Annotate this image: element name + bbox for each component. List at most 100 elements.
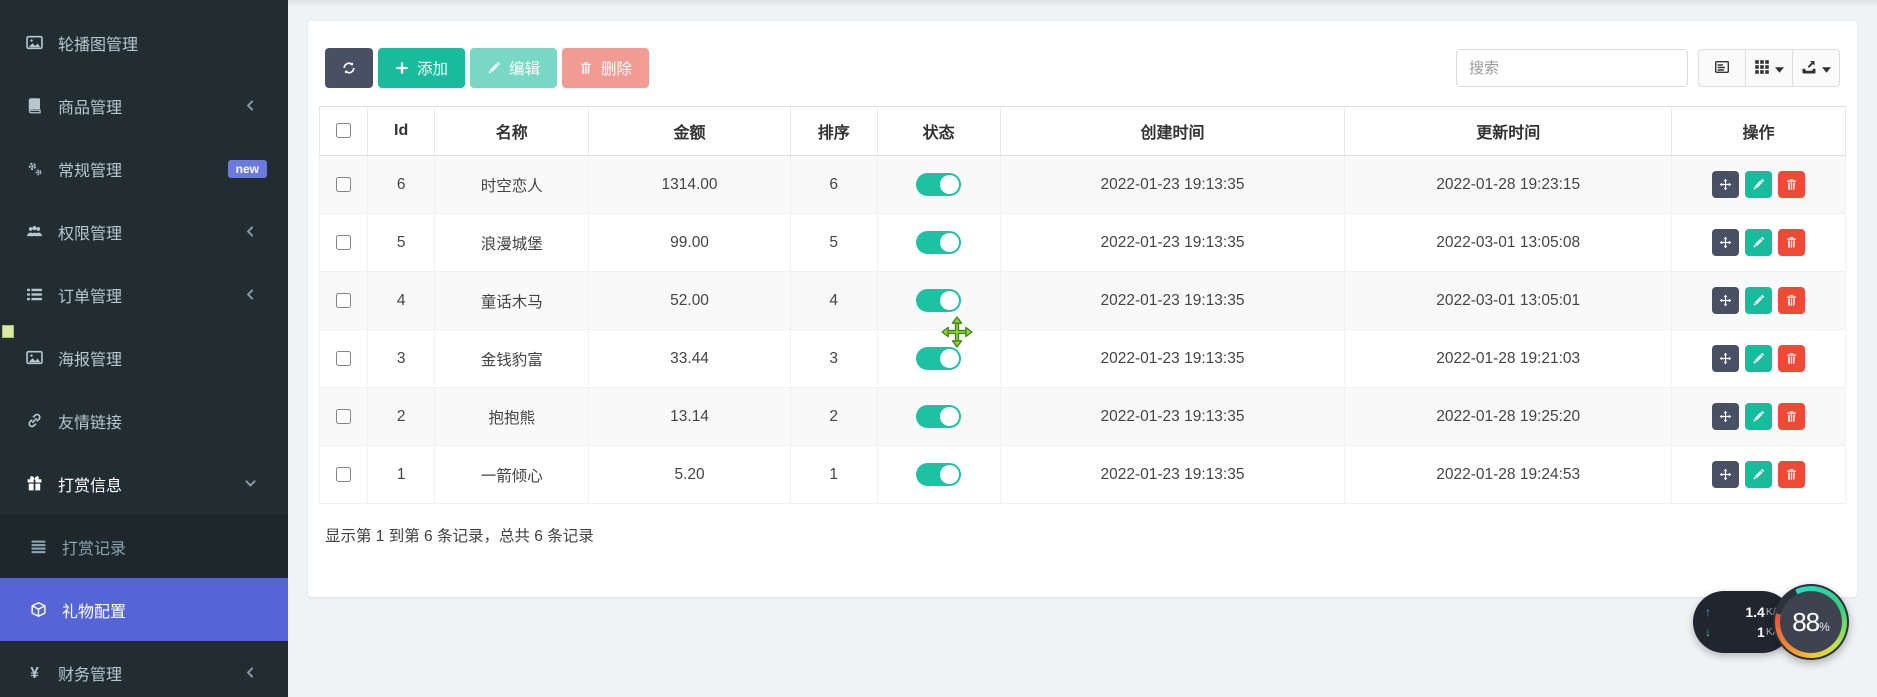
column-header-状态[interactable]: 状态 bbox=[877, 107, 1000, 156]
row-edit-button[interactable] bbox=[1745, 229, 1772, 256]
caret-down-icon bbox=[1822, 61, 1831, 76]
row-delete-button[interactable] bbox=[1778, 171, 1805, 198]
row-delete-button[interactable] bbox=[1778, 461, 1805, 488]
delete-button[interactable]: 删除 bbox=[562, 48, 649, 88]
row-delete-button[interactable] bbox=[1778, 287, 1805, 314]
edit-button[interactable]: 编辑 bbox=[470, 48, 557, 88]
sidebar-item-label: 权限管理 bbox=[58, 220, 122, 244]
status-toggle[interactable] bbox=[916, 405, 961, 428]
export-button[interactable] bbox=[1792, 49, 1840, 87]
row-checkbox[interactable] bbox=[336, 177, 351, 192]
row-edit-button[interactable] bbox=[1745, 171, 1772, 198]
refresh-button[interactable] bbox=[325, 48, 373, 88]
sidebar-item-9[interactable]: 打赏记录 bbox=[0, 515, 288, 578]
upload-value: 1.4 bbox=[1745, 604, 1764, 620]
cell-sort: 5 bbox=[790, 214, 877, 272]
cell-status bbox=[877, 156, 1000, 214]
status-toggle[interactable] bbox=[916, 463, 961, 486]
sidebar-item-7[interactable]: 友情链接 bbox=[0, 389, 288, 452]
row-delete-button[interactable] bbox=[1778, 403, 1805, 430]
row-move-button[interactable] bbox=[1712, 461, 1739, 488]
sidebar-item-6[interactable]: 海报管理 bbox=[0, 326, 288, 389]
sidebar-item-label: 常规管理 bbox=[58, 157, 122, 181]
chevron-left-icon bbox=[243, 99, 257, 113]
sidebar-item-3[interactable]: 常规管理new bbox=[0, 137, 288, 200]
row-edit-button[interactable] bbox=[1745, 287, 1772, 314]
table-row: 3金钱豹富33.4432022-01-23 19:13:352022-01-28… bbox=[320, 330, 1846, 388]
poster-image-icon bbox=[24, 349, 45, 367]
row-edit-button[interactable] bbox=[1745, 461, 1772, 488]
column-header-更新时间[interactable]: 更新时间 bbox=[1345, 107, 1672, 156]
select-all-header-cell bbox=[320, 107, 368, 156]
columns-button[interactable] bbox=[1745, 49, 1793, 87]
download-speed: ↓ 1 K/s bbox=[1705, 624, 1781, 640]
row-checkbox[interactable] bbox=[336, 409, 351, 424]
row-edit-button[interactable] bbox=[1745, 403, 1772, 430]
row-checkbox[interactable] bbox=[336, 235, 351, 250]
table-header-row: Id名称金额排序状态创建时间更新时间操作 bbox=[320, 107, 1846, 156]
toggle-view-button[interactable] bbox=[1698, 49, 1746, 87]
row-move-button[interactable] bbox=[1712, 229, 1739, 256]
row-move-button[interactable] bbox=[1712, 403, 1739, 430]
toolbar-right bbox=[1456, 49, 1840, 87]
sidebar-item-label: 轮播图管理 bbox=[58, 31, 138, 55]
search-input[interactable] bbox=[1456, 49, 1688, 87]
sidebar-item-8[interactable]: 打赏信息 bbox=[0, 452, 288, 515]
cell-updated-time: 2022-01-28 19:24:53 bbox=[1345, 446, 1672, 504]
row-checkbox[interactable] bbox=[336, 467, 351, 482]
status-toggle[interactable] bbox=[916, 173, 961, 196]
table-container: Id名称金额排序状态创建时间更新时间操作 6时空恋人1314.0062022-0… bbox=[319, 106, 1846, 504]
network-monitor-widget[interactable]: ↑ 1.4 K/s ↓ 1 K/s 88 % bbox=[1677, 584, 1849, 660]
status-toggle[interactable] bbox=[916, 289, 961, 312]
link-icon bbox=[24, 412, 45, 430]
table-row: 6时空恋人1314.0062022-01-23 19:13:352022-01-… bbox=[320, 156, 1846, 214]
toggle-knob bbox=[940, 175, 959, 194]
sidebar-item-11[interactable]: ¥财务管理 bbox=[0, 641, 288, 697]
row-delete-button[interactable] bbox=[1778, 229, 1805, 256]
row-move-button[interactable] bbox=[1712, 345, 1739, 372]
chevron-left-icon bbox=[243, 288, 257, 302]
row-checkbox[interactable] bbox=[336, 351, 351, 366]
row-move-button[interactable] bbox=[1712, 171, 1739, 198]
status-toggle[interactable] bbox=[916, 231, 961, 254]
column-header-创建时间[interactable]: 创建时间 bbox=[1000, 107, 1345, 156]
sidebar-item-5[interactable]: 订单管理 bbox=[0, 263, 288, 326]
column-header-排序[interactable]: 排序 bbox=[790, 107, 877, 156]
cell-status bbox=[877, 388, 1000, 446]
cell-status bbox=[877, 446, 1000, 504]
cube-icon bbox=[28, 601, 49, 619]
side-indicator bbox=[2, 325, 14, 338]
column-header-操作[interactable]: 操作 bbox=[1671, 107, 1845, 156]
row-delete-button[interactable] bbox=[1778, 345, 1805, 372]
row-edit-button[interactable] bbox=[1745, 345, 1772, 372]
cell-id: 3 bbox=[368, 330, 435, 388]
sidebar-item-label: 友情链接 bbox=[58, 409, 122, 433]
row-checkbox-cell bbox=[320, 330, 368, 388]
row-move-button[interactable] bbox=[1712, 287, 1739, 314]
cell-updated-time: 2022-01-28 19:21:03 bbox=[1345, 330, 1672, 388]
chevron-left-icon bbox=[243, 225, 257, 239]
status-toggle[interactable] bbox=[916, 347, 961, 370]
sidebar: 轮播图管理商品管理常规管理new 权限管理订单管理海报管理友情链接打赏信息打赏记录… bbox=[0, 0, 288, 697]
plus-icon bbox=[395, 61, 409, 75]
select-all-checkbox[interactable] bbox=[336, 123, 351, 138]
gauge-inner: 88 % bbox=[1780, 591, 1842, 653]
sidebar-item-10[interactable]: 礼物配置 bbox=[0, 578, 288, 641]
sidebar-item-1[interactable]: 轮播图管理 bbox=[0, 11, 288, 74]
image-icon bbox=[24, 34, 45, 52]
sidebar-item-2[interactable]: 商品管理 bbox=[0, 74, 288, 137]
sidebar-item-4[interactable]: 权限管理 bbox=[0, 200, 288, 263]
gift-icon bbox=[24, 475, 45, 493]
column-header-名称[interactable]: 名称 bbox=[435, 107, 589, 156]
row-checkbox[interactable] bbox=[336, 293, 351, 308]
add-button[interactable]: 添加 bbox=[378, 48, 465, 88]
cell-amount: 13.14 bbox=[589, 388, 790, 446]
caret-down-icon bbox=[1775, 61, 1784, 76]
cell-sort: 1 bbox=[790, 446, 877, 504]
cell-actions bbox=[1671, 446, 1845, 504]
gauge-percent-sign: % bbox=[1819, 620, 1830, 634]
column-header-金额[interactable]: 金额 bbox=[589, 107, 790, 156]
columns-grid-icon bbox=[1754, 59, 1770, 78]
column-header-Id[interactable]: Id bbox=[368, 107, 435, 156]
cell-created-time: 2022-01-23 19:13:35 bbox=[1000, 156, 1345, 214]
